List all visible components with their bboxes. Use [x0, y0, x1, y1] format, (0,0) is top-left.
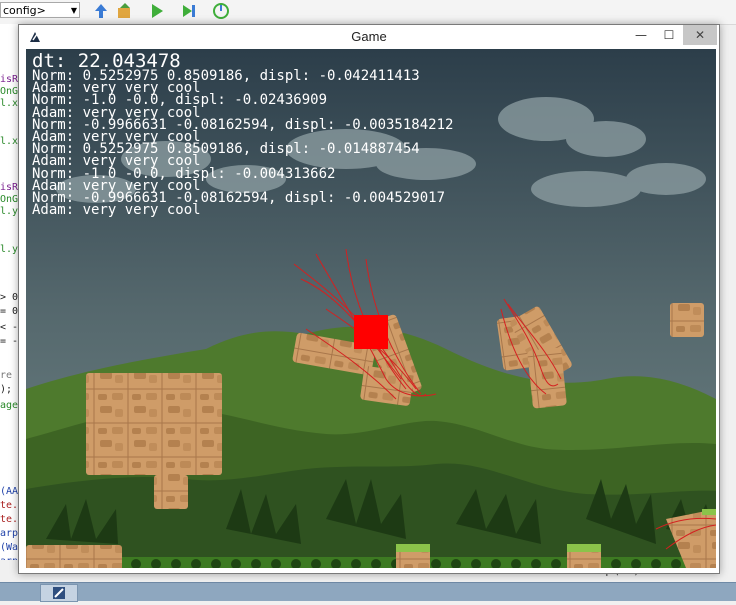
- code-line: re: [0, 370, 13, 381]
- code-line: OnG: [0, 86, 19, 97]
- code-line: = -: [0, 336, 19, 347]
- grass-pillar: [567, 544, 601, 568]
- profile-icon[interactable]: [212, 2, 230, 20]
- java-app-icon: [53, 587, 65, 599]
- minimize-button[interactable]: —: [627, 25, 655, 45]
- code-line: l.x: [0, 98, 19, 109]
- run-icon[interactable]: [148, 2, 166, 20]
- code-line: l.y: [0, 206, 19, 217]
- code-line: > 0: [0, 292, 19, 303]
- configuration-select-value: config>: [3, 4, 46, 17]
- code-line: );: [0, 384, 13, 395]
- code-line: age: [0, 400, 19, 411]
- window-title-bar[interactable]: Game — ☐ ✕: [19, 25, 719, 49]
- floating-dirt-block: [670, 303, 704, 337]
- code-line: = 0: [0, 306, 19, 317]
- player-square: [354, 315, 388, 349]
- dirt-block-row: [26, 545, 122, 568]
- code-line: l.y: [0, 244, 19, 255]
- code-line: l.x: [0, 136, 19, 147]
- window-title: Game: [351, 29, 387, 44]
- ide-toolbar: config> ▼: [0, 0, 736, 25]
- code-line: OnG: [0, 194, 19, 205]
- code-line: (AA: [0, 486, 19, 497]
- code-line: te.: [0, 500, 19, 511]
- up-arrow-icon[interactable]: [92, 2, 110, 20]
- ground-trees: [31, 559, 716, 568]
- debug-line: Adam: very very cool: [32, 202, 201, 219]
- debug-run-icon[interactable]: [180, 2, 198, 20]
- code-line: (Wa: [0, 542, 19, 553]
- game-window[interactable]: Game — ☐ ✕ dt: 22.043478 Norm: 0.5252975…: [18, 24, 720, 574]
- code-line: < -: [0, 322, 19, 333]
- debug-text-overlay: dt: 22.043478 Norm: 0.5252975 0.8509186,…: [32, 52, 672, 219]
- taskbar-app-button[interactable]: [40, 584, 78, 602]
- code-line: isR: [0, 182, 19, 193]
- grass-pillar: [396, 544, 430, 568]
- maximize-button[interactable]: ☐: [655, 25, 683, 45]
- code-line: arp: [0, 528, 19, 539]
- taskbar: [0, 582, 736, 601]
- configuration-select[interactable]: config> ▼: [0, 2, 80, 18]
- chevron-down-icon: ▼: [70, 6, 77, 15]
- code-line: te.: [0, 514, 19, 525]
- build-icon[interactable]: [116, 2, 134, 20]
- close-button[interactable]: ✕: [683, 25, 717, 45]
- code-line: isR: [0, 74, 19, 85]
